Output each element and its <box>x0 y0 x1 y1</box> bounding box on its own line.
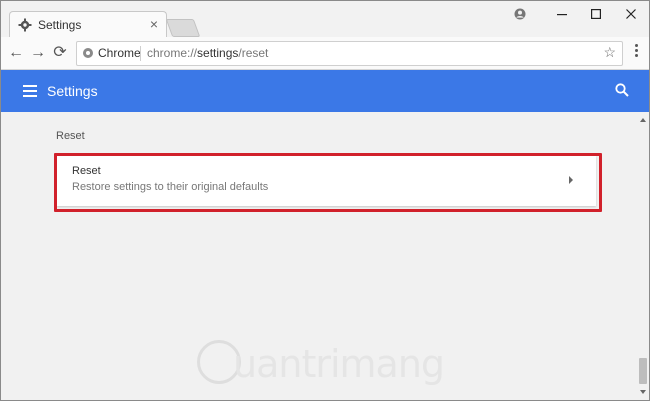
maximize-icon[interactable] <box>584 5 608 23</box>
reset-card-title: Reset <box>72 165 101 177</box>
tab-close-icon[interactable]: × <box>150 16 158 32</box>
title-bar: Settings × <box>1 1 649 38</box>
site-chip-label: Chrome <box>98 46 141 60</box>
page-title: Settings <box>47 83 98 99</box>
watermark-logo: uantrimang <box>197 338 445 388</box>
tab-title: Settings <box>38 18 82 32</box>
browser-window: Settings × ← → ⟳ Chrome chrome://setting… <box>0 0 650 401</box>
chrome-icon <box>83 48 93 58</box>
scroll-down-arrow-icon[interactable] <box>640 390 646 394</box>
back-button[interactable]: ← <box>7 44 25 62</box>
reset-settings-card[interactable]: Reset Restore settings to their original… <box>57 156 596 206</box>
settings-content: Reset Reset Restore settings to their or… <box>1 112 637 400</box>
profile-icon[interactable] <box>508 5 532 23</box>
vertical-scrollbar[interactable] <box>637 112 649 400</box>
gear-icon <box>18 18 32 32</box>
minimize-icon[interactable] <box>550 5 574 23</box>
scrollbar-thumb[interactable] <box>639 358 647 384</box>
url-text[interactable]: chrome://settings/reset <box>147 46 268 60</box>
reset-card-subtitle: Restore settings to their original defau… <box>72 181 269 193</box>
forward-button[interactable]: → <box>29 44 47 62</box>
site-chip[interactable]: Chrome <box>83 46 141 60</box>
settings-header: Settings <box>1 70 649 112</box>
hamburger-menu-icon[interactable] <box>23 85 37 97</box>
reload-button[interactable]: ⟳ <box>51 44 69 62</box>
section-title: Reset <box>56 130 85 142</box>
watermark-text: uantrimang <box>233 342 445 386</box>
menu-icon[interactable] <box>635 44 639 60</box>
tab-settings[interactable]: Settings × <box>9 11 167 38</box>
close-icon[interactable] <box>619 5 643 23</box>
address-bar[interactable]: Chrome chrome://settings/reset ☆ <box>76 41 623 66</box>
browser-toolbar: ← → ⟳ Chrome chrome://settings/reset ☆ <box>1 37 649 70</box>
search-icon[interactable] <box>615 83 629 97</box>
omnibox-divider <box>140 46 141 61</box>
bookmark-star-icon[interactable]: ☆ <box>603 44 616 61</box>
new-tab-button[interactable] <box>165 19 201 37</box>
scroll-up-arrow-icon[interactable] <box>640 118 646 122</box>
chevron-right-icon <box>569 176 573 184</box>
